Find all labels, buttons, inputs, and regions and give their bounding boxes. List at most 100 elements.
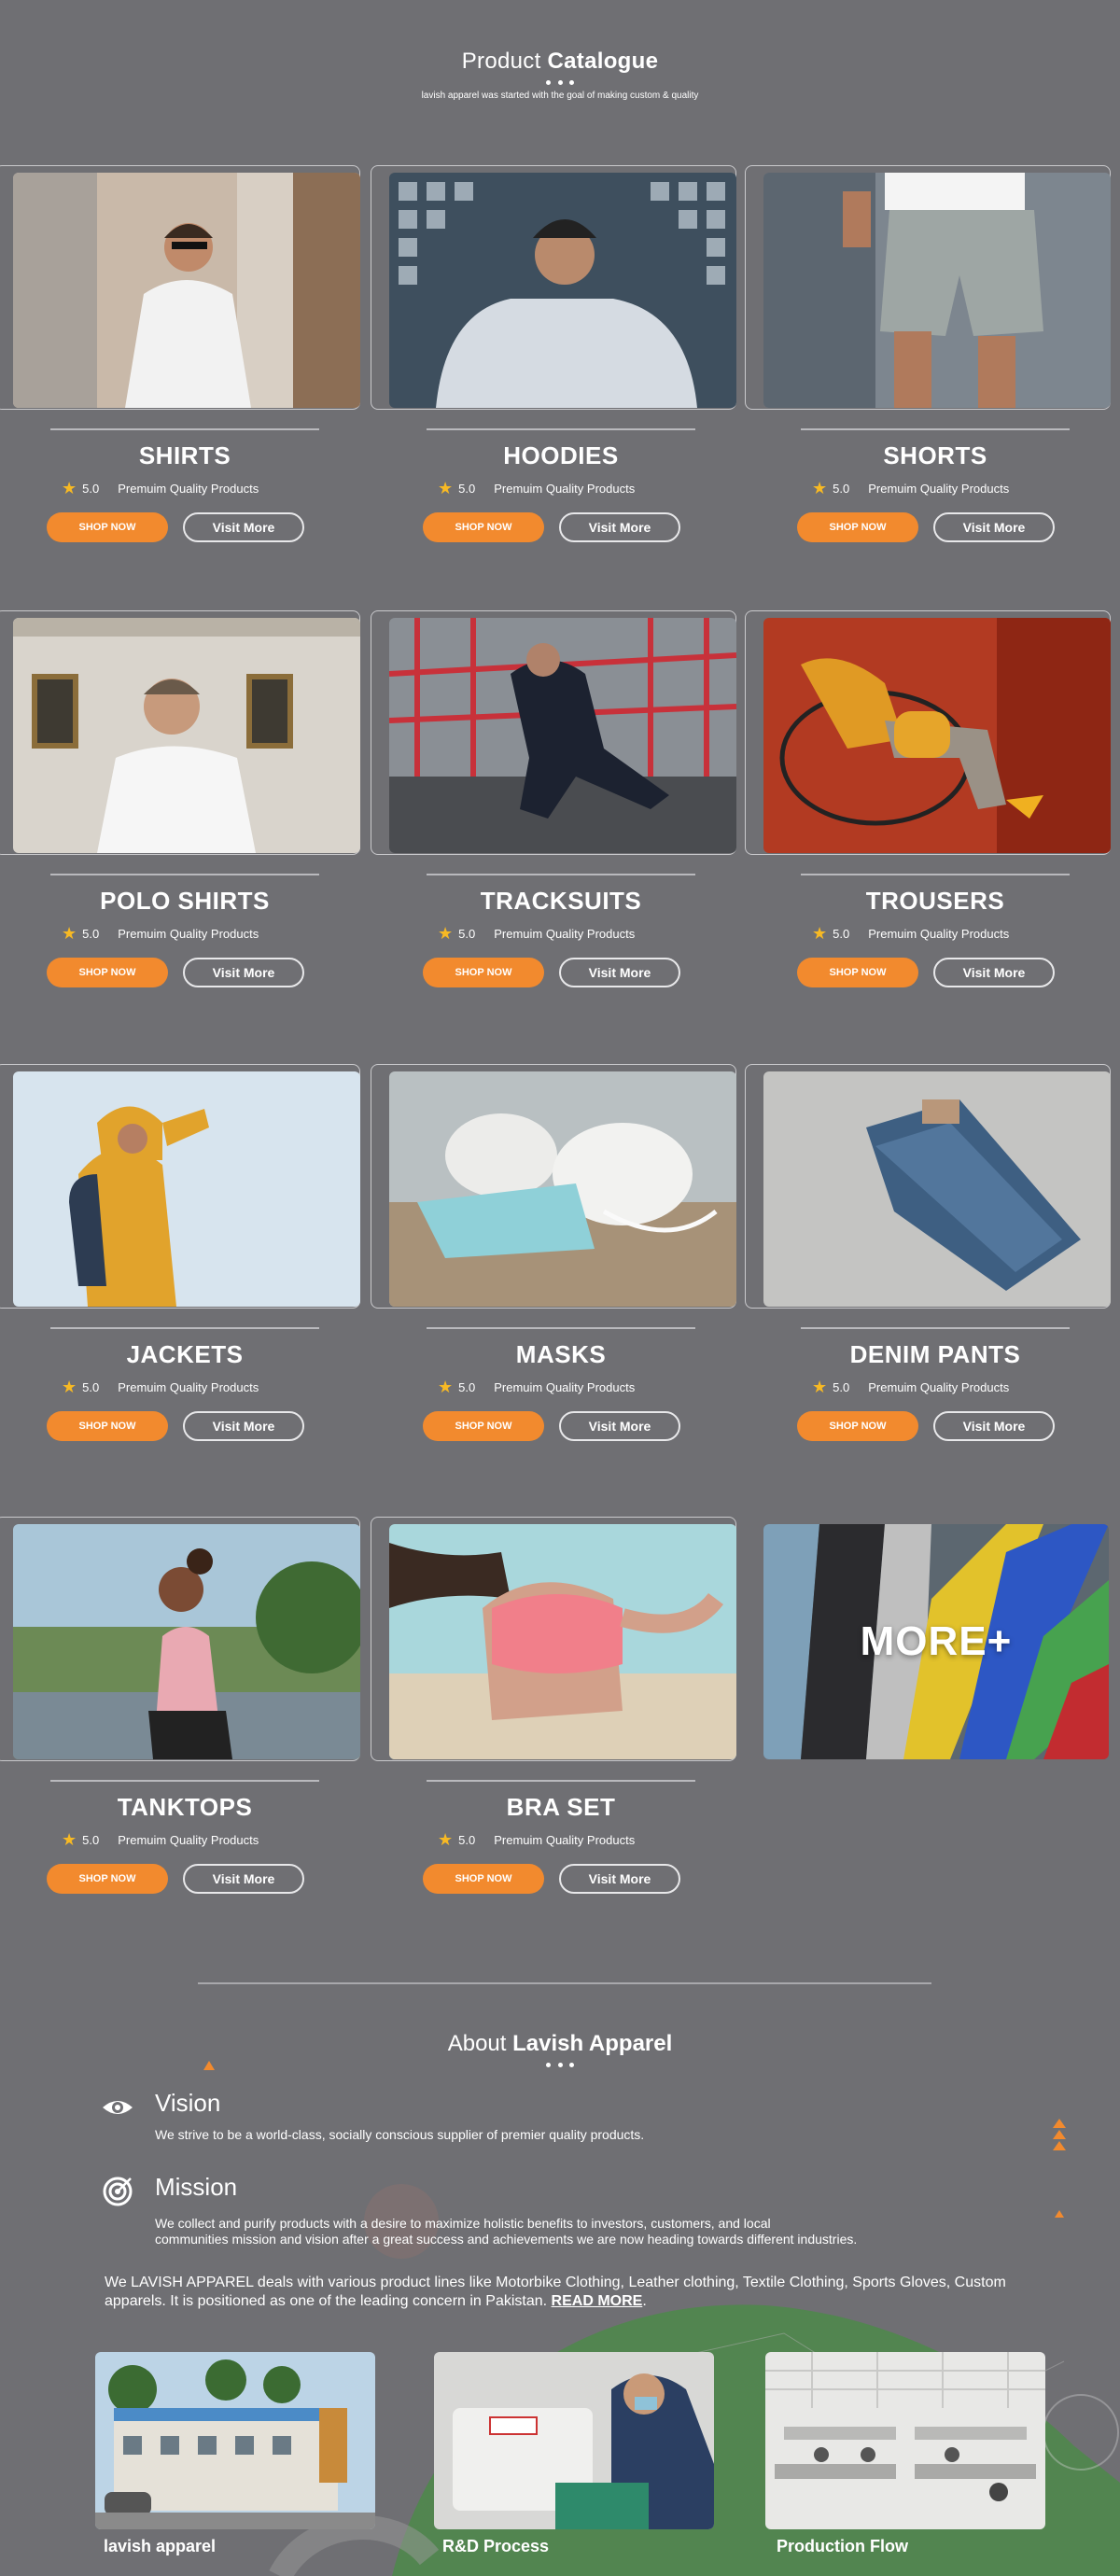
star-icon: ★ xyxy=(438,479,454,497)
product-image-tracksuits[interactable] xyxy=(389,618,736,853)
star-icon: ★ xyxy=(62,479,77,497)
card-divider xyxy=(427,874,695,875)
rating: 5.0 xyxy=(458,927,476,941)
catalogue-header: Product Catalogue lavish apparel was sta… xyxy=(0,49,1120,101)
shop-now-button[interactable]: SHOP NOW xyxy=(47,1864,168,1894)
quality-label: Premuim Quality Products xyxy=(494,927,636,941)
product-image-bra-set[interactable] xyxy=(389,1524,736,1759)
product-meta: ★ 5.0 Premuim Quality Products xyxy=(812,924,1009,944)
product-card-shorts: SHORTS ★ 5.0 Premuim Quality Products SHOP… xyxy=(745,165,1120,583)
visit-more-button[interactable]: Visit More xyxy=(933,512,1055,542)
product-card-trousers: TROUSERS ★ 5.0 Premuim Quality Products SH… xyxy=(745,610,1120,1029)
rating: 5.0 xyxy=(833,927,850,941)
product-image-denim-pants[interactable] xyxy=(763,1071,1111,1307)
product-name: TRACKSUITS xyxy=(480,887,642,915)
visit-more-button[interactable]: Visit More xyxy=(183,1864,304,1894)
vision-title: Vision xyxy=(155,2089,221,2117)
product-meta: ★ 5.0 Premuim Quality Products xyxy=(438,1830,635,1850)
product-name: TROUSERS xyxy=(865,887,1005,915)
rating: 5.0 xyxy=(82,1380,100,1394)
star-icon: ★ xyxy=(438,1378,454,1396)
more-products-card[interactable]: MORE+ xyxy=(763,1524,1109,1759)
product-image-masks[interactable] xyxy=(389,1071,736,1307)
product-name: BRA SET xyxy=(506,1793,616,1821)
gallery-label-production-flow: Production Flow xyxy=(777,2537,908,2555)
star-icon: ★ xyxy=(62,1830,77,1849)
shop-now-button[interactable]: SHOP NOW xyxy=(423,1411,544,1441)
product-image-shorts[interactable] xyxy=(763,173,1111,408)
product-card-tanktops: TANKTOPS ★ 5.0 Premuim Quality Products SH… xyxy=(0,1517,375,1935)
shop-now-button[interactable]: SHOP NOW xyxy=(797,958,918,987)
rating: 5.0 xyxy=(82,482,100,496)
quality-label: Premuim Quality Products xyxy=(118,482,259,496)
product-meta: ★ 5.0 Premuim Quality Products xyxy=(438,479,635,498)
product-name: DENIM PANTS xyxy=(849,1340,1021,1368)
quality-label: Premuim Quality Products xyxy=(868,482,1010,496)
product-name: SHIRTS xyxy=(138,441,231,469)
visit-more-button[interactable]: Visit More xyxy=(559,1864,680,1894)
product-meta: ★ 5.0 Premuim Quality Products xyxy=(812,1378,1009,1397)
about-header: About Lavish Apparel xyxy=(0,2031,1120,2067)
product-image-tanktops[interactable] xyxy=(13,1524,360,1759)
product-meta: ★ 5.0 Premuim Quality Products xyxy=(812,479,1009,498)
gallery-image-rd-process[interactable] xyxy=(434,2352,714,2529)
about-paragraph: We LAVISH APPAREL deals with various pro… xyxy=(105,2275,1006,2309)
rating: 5.0 xyxy=(82,1833,100,1847)
product-name: SHORTS xyxy=(883,441,987,469)
product-card-shirts: SHIRTS ★ 5.0 Premuim Quality Products SHOP… xyxy=(0,165,375,583)
star-icon: ★ xyxy=(812,924,828,943)
visit-more-button[interactable]: Visit More xyxy=(559,512,680,542)
visit-more-button[interactable]: Visit More xyxy=(183,512,304,542)
star-icon: ★ xyxy=(438,1830,454,1849)
mission-text-line-2: communities mission and vision after a g… xyxy=(155,2232,858,2247)
product-name: JACKETS xyxy=(126,1340,244,1368)
shop-now-button[interactable]: SHOP NOW xyxy=(797,1411,918,1441)
visit-more-button[interactable]: Visit More xyxy=(933,958,1055,987)
quality-label: Premuim Quality Products xyxy=(494,482,636,496)
gallery-image-lavish-apparel[interactable] xyxy=(95,2352,375,2529)
target-icon xyxy=(103,2177,133,2206)
triangle-stack-decoration xyxy=(1053,2119,1066,2150)
quality-label: Premuim Quality Products xyxy=(118,1833,259,1847)
visit-more-button[interactable]: Visit More xyxy=(559,958,680,987)
product-image-trousers[interactable] xyxy=(763,618,1111,853)
rating: 5.0 xyxy=(458,1833,476,1847)
rating: 5.0 xyxy=(458,1380,476,1394)
read-more-link[interactable]: READ MORE xyxy=(552,2293,643,2309)
shop-now-button[interactable]: SHOP NOW xyxy=(47,512,168,542)
visit-more-button[interactable]: Visit More xyxy=(559,1411,680,1441)
shop-now-button[interactable]: SHOP NOW xyxy=(423,1864,544,1894)
card-divider xyxy=(801,1327,1070,1329)
card-divider xyxy=(50,874,319,875)
shop-now-button[interactable]: SHOP NOW xyxy=(423,958,544,987)
quality-label: Premuim Quality Products xyxy=(868,1380,1010,1394)
more-label: MORE+ xyxy=(860,1618,1013,1664)
mission-title: Mission xyxy=(155,2173,238,2201)
card-divider xyxy=(801,874,1070,875)
shop-now-button[interactable]: SHOP NOW xyxy=(423,512,544,542)
gallery-image-production-flow[interactable] xyxy=(765,2352,1045,2529)
product-image-jackets[interactable] xyxy=(13,1071,360,1307)
shop-now-button[interactable]: SHOP NOW xyxy=(47,1411,168,1441)
product-image-hoodies[interactable] xyxy=(389,173,736,408)
card-divider xyxy=(427,1327,695,1329)
product-image-shirts[interactable] xyxy=(13,173,360,408)
visit-more-button[interactable]: Visit More xyxy=(933,1411,1055,1441)
card-divider xyxy=(50,1327,319,1329)
mission-text-line-1: We collect and purify products with a de… xyxy=(155,2216,771,2231)
product-meta: ★ 5.0 Premuim Quality Products xyxy=(62,479,259,498)
catalogue-title: Product Catalogue xyxy=(461,49,659,74)
visit-more-button[interactable]: Visit More xyxy=(183,958,304,987)
shop-now-button[interactable]: SHOP NOW xyxy=(47,958,168,987)
star-icon: ★ xyxy=(438,924,454,943)
product-card-hoodies: HOODIES ★ 5.0 Premuim Quality Products SHO… xyxy=(371,165,751,583)
rating: 5.0 xyxy=(833,482,850,496)
product-image-polo-shirts[interactable] xyxy=(13,618,360,853)
quality-label: Premuim Quality Products xyxy=(118,1380,259,1394)
shop-now-button[interactable]: SHOP NOW xyxy=(797,512,918,542)
visit-more-button[interactable]: Visit More xyxy=(183,1411,304,1441)
triangle-decoration xyxy=(203,2061,215,2070)
section-divider xyxy=(198,1982,931,1984)
product-card-jackets: JACKETS ★ 5.0 Premuim Quality Products SHO… xyxy=(0,1064,375,1482)
product-card-tracksuits: TRACKSUITS ★ 5.0 Premuim Quality Products … xyxy=(371,610,751,1029)
